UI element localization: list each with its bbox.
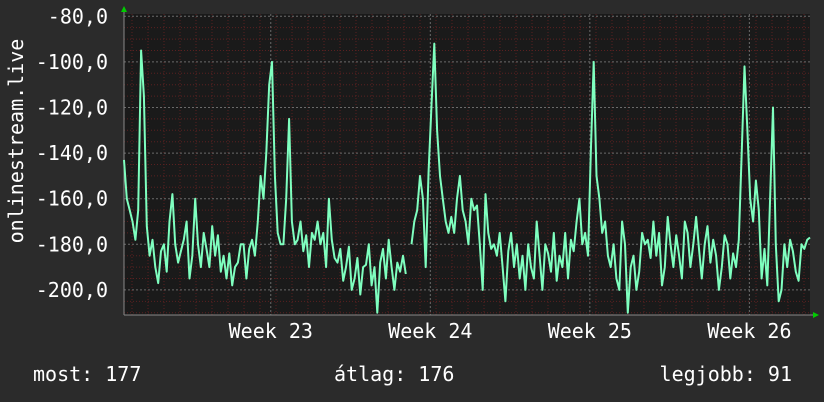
current-value-label: most: 177 xyxy=(33,362,142,386)
x-axis-arrow xyxy=(813,312,819,318)
y-tick-label: -140,0 xyxy=(36,141,108,165)
y-tick-label: -180,0 xyxy=(36,232,108,256)
y-tick-label: -100,0 xyxy=(36,50,108,74)
y-tick-label: -120,0 xyxy=(36,95,108,119)
x-tick-label: Week 26 xyxy=(707,319,791,343)
best-value-label: legjobb: 91 xyxy=(659,362,792,386)
y-tick-label: -80,0 xyxy=(48,4,108,28)
average-value-label: átlag: 176 xyxy=(334,362,455,386)
x-tick-label: Week 24 xyxy=(388,319,472,343)
chart-svg: -80,0 -100,0 -120,0 -140,0 -160,0 -180,0 -200,… xyxy=(36,4,819,343)
x-tick-label: Week 23 xyxy=(229,319,313,343)
x-tick-label: Week 25 xyxy=(548,319,632,343)
y-tick-label: -160,0 xyxy=(36,187,108,211)
y-axis-title: onlinestream.live xyxy=(4,38,28,244)
chart-container: -80,0 -100,0 -120,0 -140,0 -160,0 -180,0 -200,… xyxy=(0,0,824,402)
y-axis-arrow xyxy=(121,6,127,12)
y-tick-label: -200,0 xyxy=(36,278,108,302)
